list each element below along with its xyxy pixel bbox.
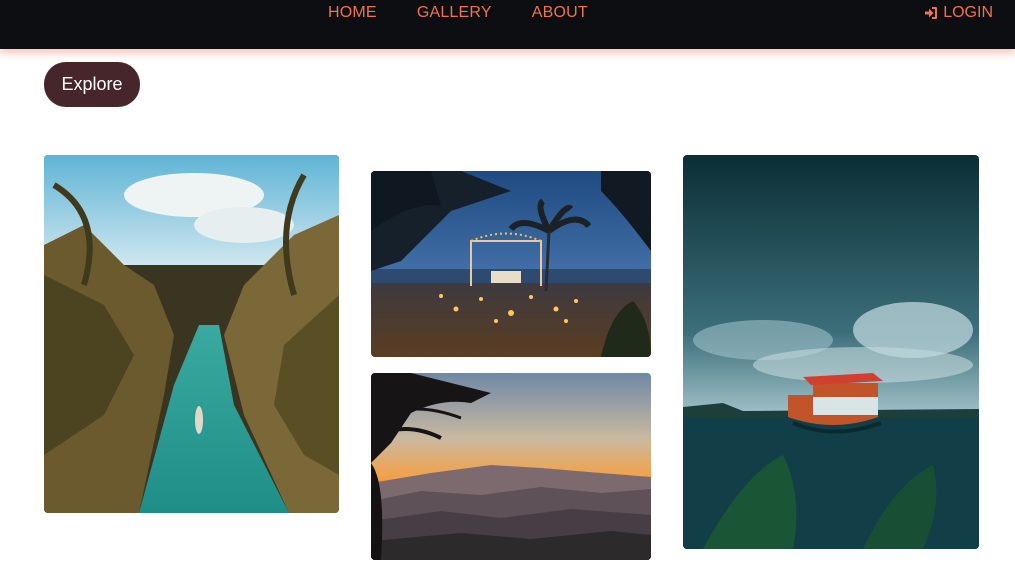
nav-link-about[interactable]: ABOUT [532,4,588,22]
nav-link-home[interactable]: HOME [328,4,377,22]
mountain-sunset-image [371,373,651,560]
explore-button[interactable]: Explore [44,62,140,107]
login-label: LOGIN [943,4,993,21]
gallery-photo-river-palms[interactable] [44,155,339,513]
gallery-photo-boat-lake[interactable] [683,155,979,549]
top-navbar: HOME GALLERY ABOUT LOGIN [0,0,1015,49]
nav-link-gallery[interactable]: GALLERY [417,4,492,22]
gallery-photo-mountain-sunset[interactable] [371,373,651,560]
login-link[interactable]: LOGIN [923,4,993,22]
gallery-photo-beach-dinner[interactable] [371,171,651,357]
boat-lake-image [683,155,979,549]
main-nav: HOME GALLERY ABOUT [328,4,588,22]
sign-in-icon [925,7,938,19]
beach-dinner-image [371,171,651,357]
river-palms-image [44,155,339,513]
